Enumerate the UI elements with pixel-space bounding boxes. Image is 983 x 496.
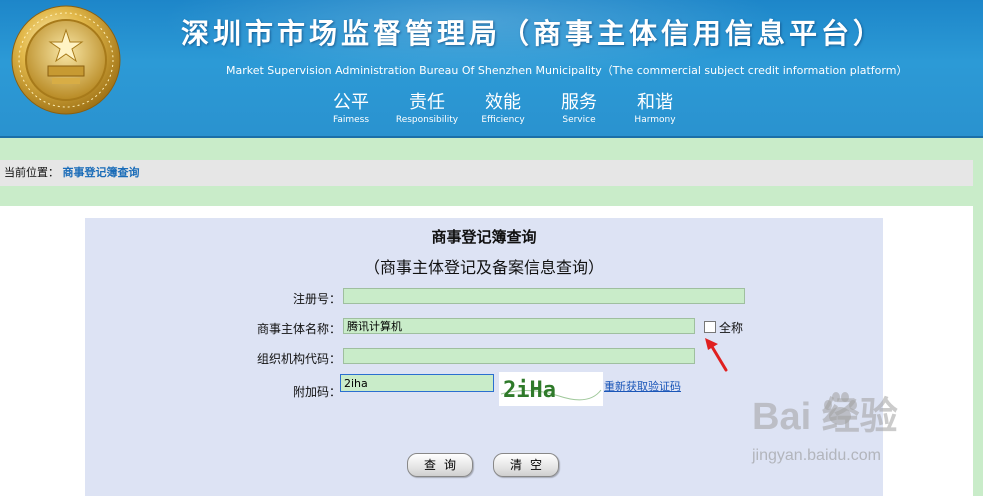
- slogan-en: Responsibility: [395, 115, 459, 125]
- entity-name-label: 商事主体名称：: [256, 322, 341, 336]
- org-code-input[interactable]: [343, 348, 695, 364]
- slogan-en: Faimess: [332, 115, 370, 125]
- slogan-en: Service: [562, 115, 596, 125]
- red-arrow-icon: [705, 338, 728, 372]
- full-name-checkbox[interactable]: [704, 321, 716, 333]
- slogan-en: Harmony: [634, 115, 676, 125]
- header-divider: [0, 136, 983, 138]
- slogan-cn: 和谐: [637, 92, 673, 113]
- site-header: 深圳市市场监督管理局（商事主体信用信息平台） Market Supervisio…: [0, 0, 983, 138]
- entity-name-input[interactable]: [343, 318, 695, 334]
- slogan-bar: 公平 Faimess 责任 Responsibility 效能 Efficien…: [313, 92, 693, 132]
- refresh-captcha-link[interactable]: 重新获取验证码: [604, 378, 681, 394]
- site-subtitle: Market Supervision Administration Bureau…: [226, 64, 908, 77]
- query-button[interactable]: 查询: [407, 453, 473, 477]
- form-title: 商事登记簿查询: [431, 228, 537, 246]
- watermark-url: jingyan.baidu.com: [752, 447, 881, 464]
- slogan-responsibility: 责任 Responsibility: [389, 92, 465, 132]
- slogan-cn: 责任: [409, 92, 445, 113]
- site-title: 深圳市市场监督管理局（商事主体信用信息平台）: [181, 17, 886, 50]
- reg-no-input[interactable]: [343, 288, 745, 304]
- breadcrumb: 当前位置： 商事登记簿查询: [0, 160, 973, 186]
- breadcrumb-current-link[interactable]: 商事登记簿查询: [63, 166, 140, 179]
- slogan-cn: 服务: [561, 92, 597, 113]
- slogan-en: Efficiency: [481, 115, 525, 125]
- slogan-harmony: 和谐 Harmony: [617, 92, 693, 132]
- slogan-efficiency: 效能 Efficiency: [465, 92, 541, 132]
- captcha-label: 附加码：: [292, 385, 341, 399]
- org-code-label: 组织机构代码：: [256, 352, 341, 366]
- breadcrumb-prefix: 当前位置：: [4, 166, 59, 179]
- clear-button[interactable]: 清空: [493, 453, 559, 477]
- slogan-service: 服务 Service: [541, 92, 617, 132]
- slogan-cn: 公平: [333, 92, 369, 113]
- slogan-fairness: 公平 Faimess: [313, 92, 389, 132]
- baidu-paw-icon: [824, 392, 857, 425]
- captcha-text: 2iHa: [503, 378, 556, 403]
- emblem-icon: [11, 5, 121, 115]
- slogan-cn: 效能: [485, 92, 521, 113]
- baidu-watermark: Bai 经验 jingyan.baidu.com: [752, 385, 982, 475]
- full-name-label: 全称: [719, 321, 744, 335]
- captcha-input[interactable]: [340, 374, 494, 392]
- form-subtitle: （商事主体登记及备案信息查询）: [363, 258, 604, 277]
- reg-no-label: 注册号：: [292, 292, 341, 306]
- captcha-image[interactable]: 2iHa: [499, 372, 603, 406]
